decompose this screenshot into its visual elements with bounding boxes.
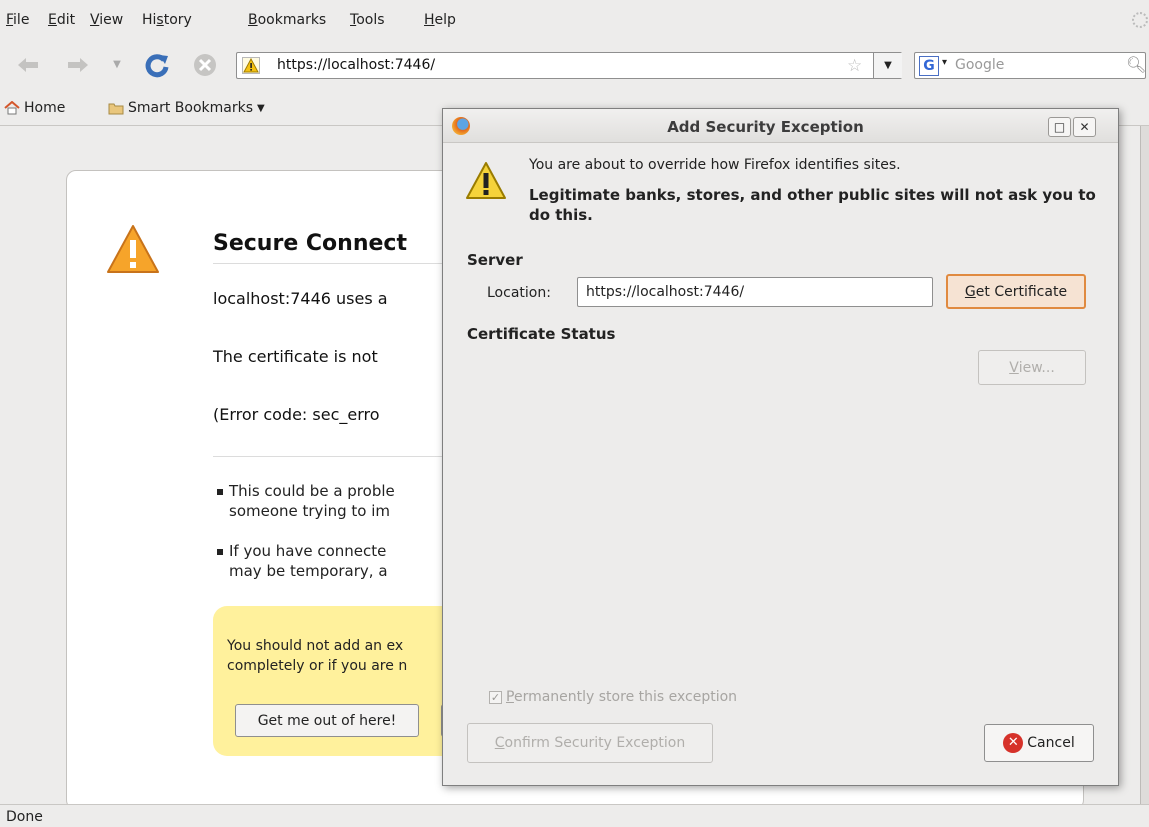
list-item-line: someone trying to im <box>229 502 391 520</box>
home-icon <box>4 101 20 115</box>
dialog-title: Add Security Exception <box>667 118 864 136</box>
status-text: Done <box>6 809 43 825</box>
navigation-toolbar: ▼ https://localhost:7446/ ☆ ▼ G ▾ Google… <box>0 38 1149 90</box>
bookmark-home[interactable]: Home <box>4 100 65 116</box>
list-item: If you have connecte may be temporary, a <box>217 541 388 581</box>
engine-dropdown-icon[interactable]: ▾ <box>942 57 947 68</box>
back-icon[interactable] <box>14 52 42 78</box>
dialog-body: You are about to override how Firefox id… <box>443 143 1118 785</box>
menu-tools[interactable]: Tools <box>350 12 385 28</box>
status-bar: Done <box>0 804 1149 827</box>
url-dropdown-icon[interactable]: ▼ <box>873 53 902 78</box>
bookmark-smart-label: Smart Bookmarks <box>128 100 254 116</box>
stop-icon[interactable] <box>190 50 220 80</box>
get-me-out-button[interactable]: Get me out of here! <box>235 704 419 737</box>
dialog-titlebar[interactable]: Add Security Exception □ ✕ <box>443 109 1118 143</box>
menu-edit[interactable]: Edit <box>48 12 75 28</box>
dialog-warning-text: Legitimate banks, stores, and other publ… <box>529 186 1096 224</box>
menu-help[interactable]: Help <box>424 12 456 28</box>
server-heading: Server <box>467 251 523 269</box>
search-bar[interactable]: G ▾ Google 🔍︎ <box>914 52 1146 79</box>
permanent-label: Permanently store this exception <box>506 689 738 705</box>
exception-warning-text: You should not add an ex completely or i… <box>227 636 407 676</box>
location-input[interactable] <box>577 277 933 307</box>
confirm-exception-button[interactable]: Confirm Security Exception <box>467 723 713 763</box>
folder-icon <box>108 103 124 115</box>
google-engine-icon[interactable]: G <box>919 56 939 76</box>
scrollbar[interactable] <box>1140 126 1149 804</box>
location-label: Location: <box>487 285 551 301</box>
menu-file[interactable]: File <box>6 12 29 28</box>
chevron-down-icon: ▼ <box>257 102 265 114</box>
url-bar[interactable]: https://localhost:7446/ ☆ ▼ <box>236 52 902 79</box>
history-dropdown-icon[interactable]: ▼ <box>110 56 124 72</box>
reload-icon[interactable] <box>142 50 172 80</box>
view-button[interactable]: View... <box>978 350 1086 385</box>
star-icon[interactable]: ☆ <box>847 56 862 76</box>
menubar: File Edit View History Bookmarks Tools H… <box>0 0 1149 38</box>
cancel-icon: ✕ <box>1003 733 1024 753</box>
cancel-button[interactable]: ✕ Cancel <box>984 724 1094 762</box>
error-line-1: localhost:7446 uses a <box>213 289 388 308</box>
dialog-intro-text: You are about to override how Firefox id… <box>529 157 901 173</box>
permanent-checkbox-row[interactable]: ✓ Permanently store this exception <box>489 689 737 705</box>
menu-bookmarks[interactable]: Bookmarks <box>248 12 326 28</box>
menu-history[interactable]: History <box>142 12 192 28</box>
close-icon[interactable]: ✕ <box>1073 117 1096 137</box>
certificate-status-heading: Certificate Status <box>467 325 616 343</box>
list-item: This could be a proble someone trying to… <box>217 481 395 521</box>
list-item-line: This could be a proble <box>229 482 395 500</box>
error-line-2: The certificate is not <box>213 347 378 366</box>
maximize-icon[interactable]: □ <box>1048 117 1071 137</box>
error-code: (Error code: sec_erro <box>213 405 380 424</box>
forward-icon[interactable] <box>64 52 92 78</box>
bookmark-home-label: Home <box>24 100 66 116</box>
warning-line: You should not add an ex <box>227 638 404 654</box>
url-text[interactable]: https://localhost:7446/ <box>277 57 435 73</box>
throbber-icon <box>1132 12 1148 28</box>
permanent-checkbox[interactable]: ✓ <box>489 690 502 704</box>
menu-view[interactable]: View <box>90 12 123 28</box>
list-item-line: may be temporary, a <box>229 562 388 580</box>
search-placeholder[interactable]: Google <box>955 57 1004 73</box>
bookmark-smart[interactable]: Smart Bookmarks ▼ <box>108 100 265 116</box>
warning-icon <box>466 162 506 199</box>
get-certificate-button[interactable]: Get Certificate <box>946 274 1086 309</box>
page-title: Secure Connect <box>213 231 407 256</box>
cancel-label: Cancel <box>1027 735 1075 751</box>
warning-icon <box>107 225 159 273</box>
add-security-exception-dialog: Add Security Exception □ ✕ You are about… <box>442 108 1119 786</box>
list-item-line: If you have connecte <box>229 542 387 560</box>
warning-line: completely or if you are n <box>227 658 408 674</box>
warning-icon[interactable] <box>242 57 260 74</box>
search-icon[interactable]: 🔍︎ <box>1126 55 1146 74</box>
